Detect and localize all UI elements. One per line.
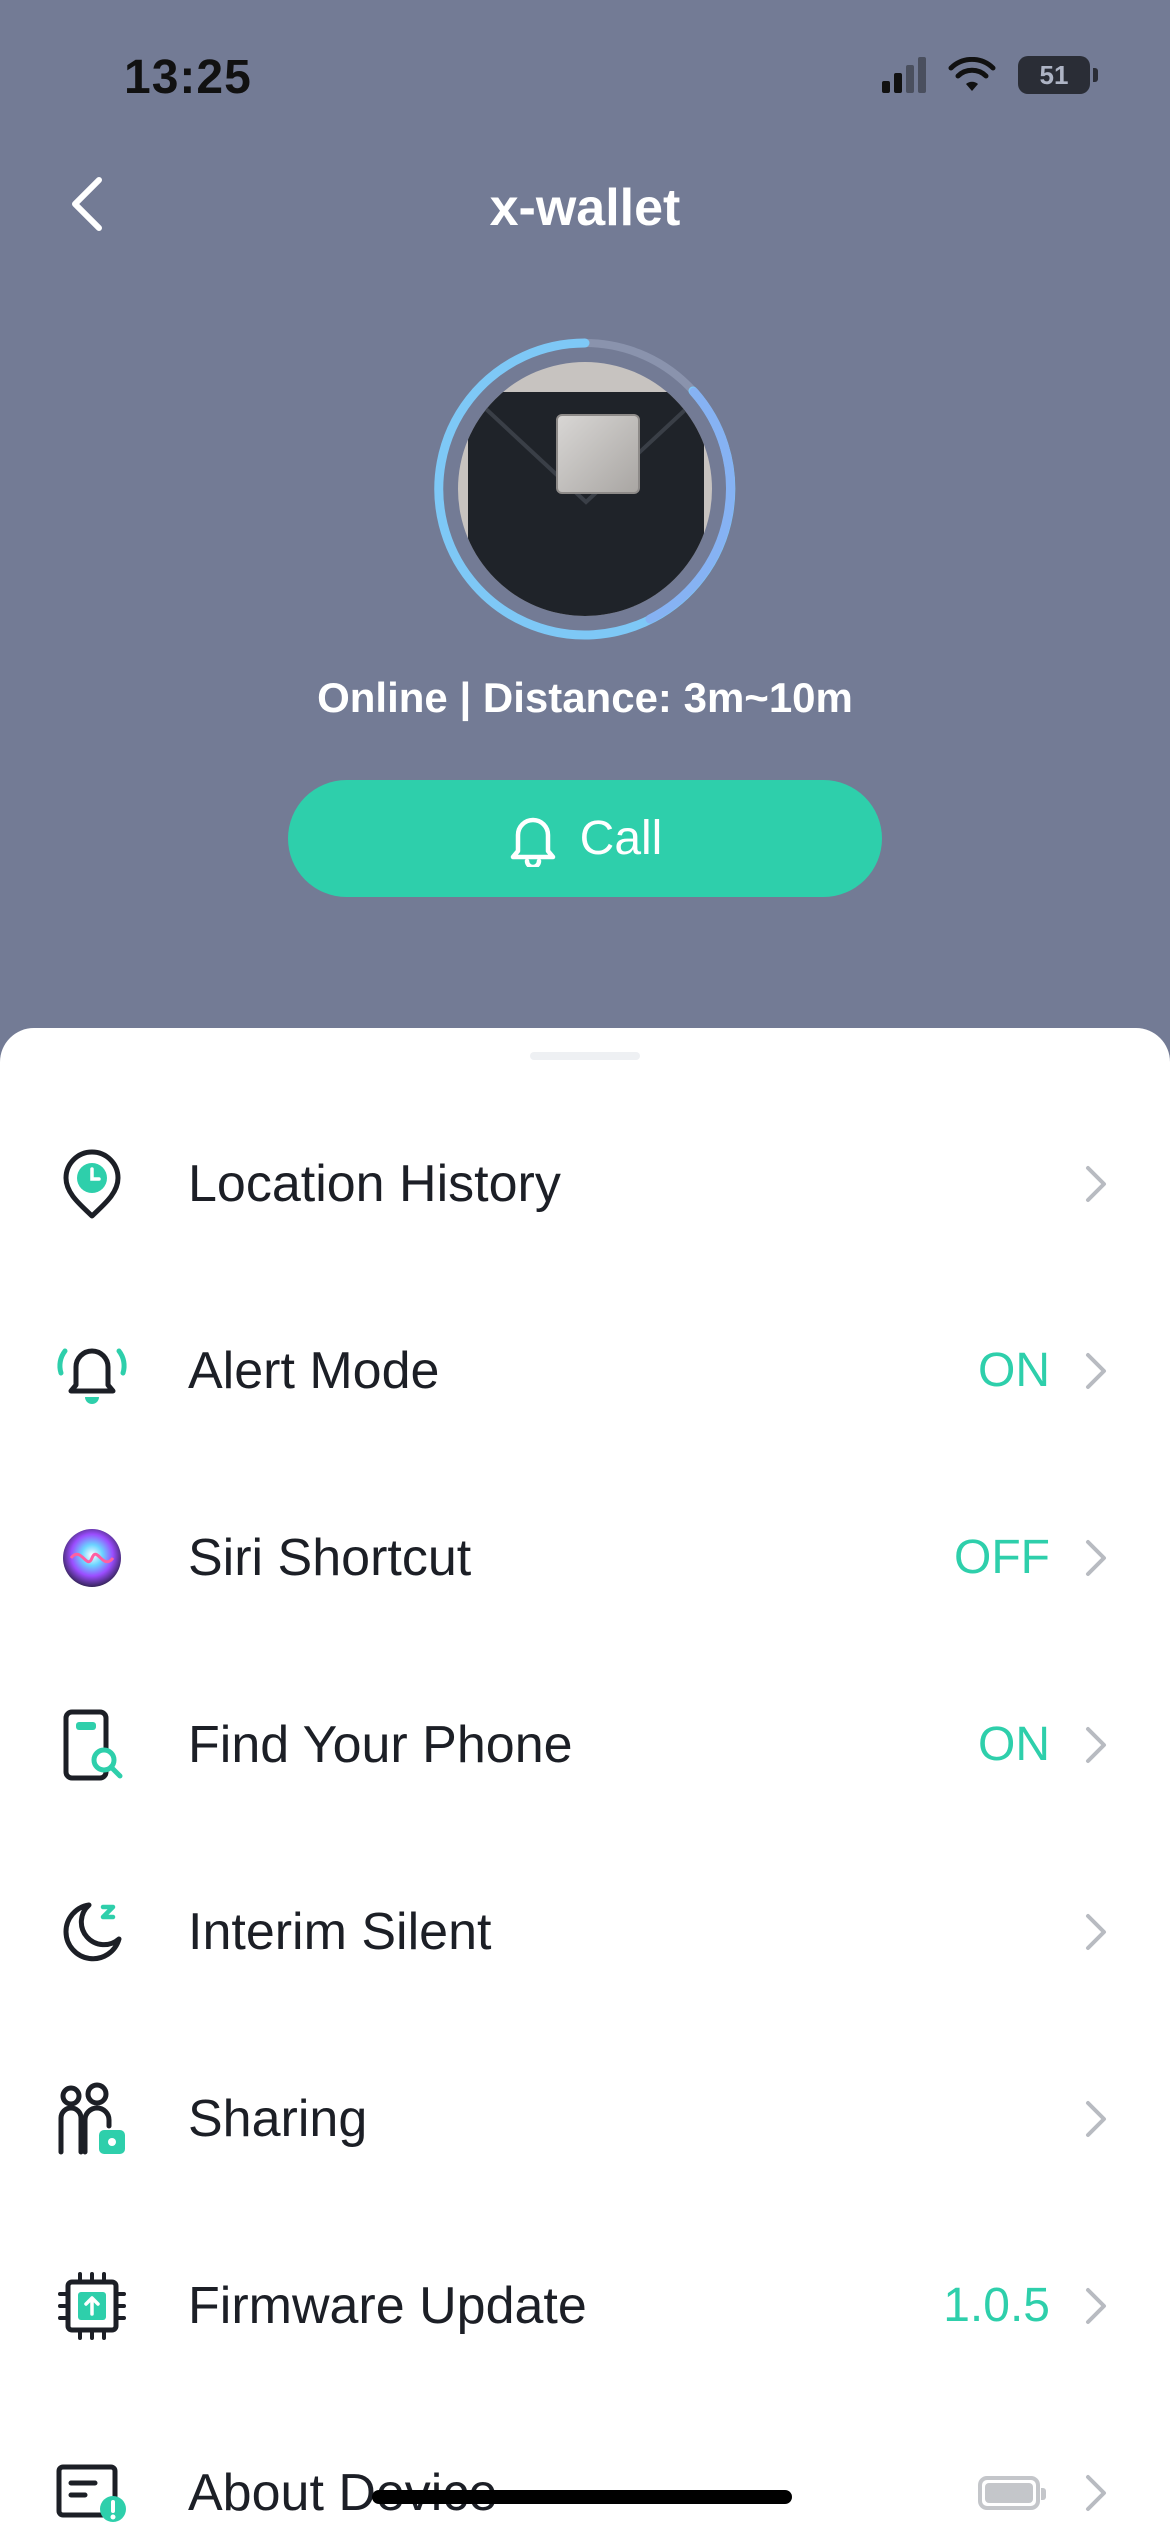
phone-search-icon — [52, 1705, 132, 1785]
device-info-icon — [52, 2453, 132, 2532]
chevron-right-icon — [1084, 1910, 1114, 1954]
menu-item-find-your-phone[interactable]: Find Your Phone ON — [0, 1651, 1170, 1838]
menu-label: Firmware Update — [188, 2276, 587, 2335]
page-title: x-wallet — [489, 179, 681, 237]
chevron-right-icon — [1084, 1723, 1114, 1767]
menu-value: OFF — [954, 1531, 1050, 1584]
menu-item-sharing[interactable]: Sharing — [0, 2025, 1170, 2212]
menu-item-siri-shortcut[interactable]: Siri Shortcut OFF — [0, 1464, 1170, 1651]
menu-item-location-history[interactable]: Location History — [0, 1090, 1170, 1277]
connection-status: Online | Distance: 3m~10m — [317, 674, 853, 721]
chevron-right-icon — [1084, 1162, 1114, 1206]
wallet-photo — [458, 362, 712, 616]
cellular-signal-icon — [882, 57, 926, 93]
tracker-card — [556, 414, 640, 494]
settings-sheet: Location History Alert Mode ON Siri Shor… — [0, 1028, 1170, 2532]
device-avatar[interactable] — [430, 334, 740, 644]
menu-item-interim-silent[interactable]: Interim Silent — [0, 1838, 1170, 2025]
menu-label: Find Your Phone — [188, 1715, 573, 1774]
menu-value: ON — [978, 1718, 1050, 1771]
call-label: Call — [579, 812, 663, 865]
wifi-icon — [948, 57, 996, 91]
menu-label: Alert Mode — [188, 1341, 440, 1400]
menu-item-alert-mode[interactable]: Alert Mode ON — [0, 1277, 1170, 1464]
chevron-right-icon — [1084, 1349, 1114, 1393]
siri-icon — [52, 1518, 132, 1598]
people-share-icon — [52, 2079, 132, 2159]
home-indicator[interactable] — [372, 2490, 792, 2504]
battery-icon: 51 — [1018, 56, 1098, 94]
bell-icon — [510, 817, 555, 867]
firmware-version: 1.0.5 — [943, 2279, 1050, 2332]
device-battery-icon — [978, 2475, 1046, 2510]
status-icons: 51 — [882, 56, 1098, 94]
device-header-area: 13:25 51 x-wallet Online | Distance: 3m~ — [0, 0, 1170, 1080]
menu-label: Location History — [188, 1154, 561, 1213]
menu-item-firmware-update[interactable]: Firmware Update 1.0.5 — [0, 2212, 1170, 2399]
menu-item-about-device[interactable]: About Device — [0, 2399, 1170, 2532]
chip-upload-icon — [52, 2266, 132, 2346]
chevron-right-icon — [1084, 2097, 1114, 2141]
menu-value: ON — [978, 1344, 1050, 1397]
menu-label: Sharing — [188, 2089, 368, 2148]
chevron-right-icon — [1084, 2471, 1114, 2515]
chevron-right-icon — [1084, 1536, 1114, 1580]
battery-level: 51 — [1039, 59, 1069, 90]
bell-ringing-icon — [52, 1331, 132, 1411]
sheet-handle[interactable] — [530, 1052, 640, 1060]
menu-label: Siri Shortcut — [188, 1528, 472, 1587]
call-button[interactable]: Call — [288, 780, 882, 897]
status-time: 13:25 — [124, 51, 252, 104]
chevron-right-icon — [1084, 2284, 1114, 2328]
moon-icon — [52, 1892, 132, 1972]
location-clock-icon — [52, 1144, 132, 1224]
menu-label: Interim Silent — [188, 1902, 492, 1961]
